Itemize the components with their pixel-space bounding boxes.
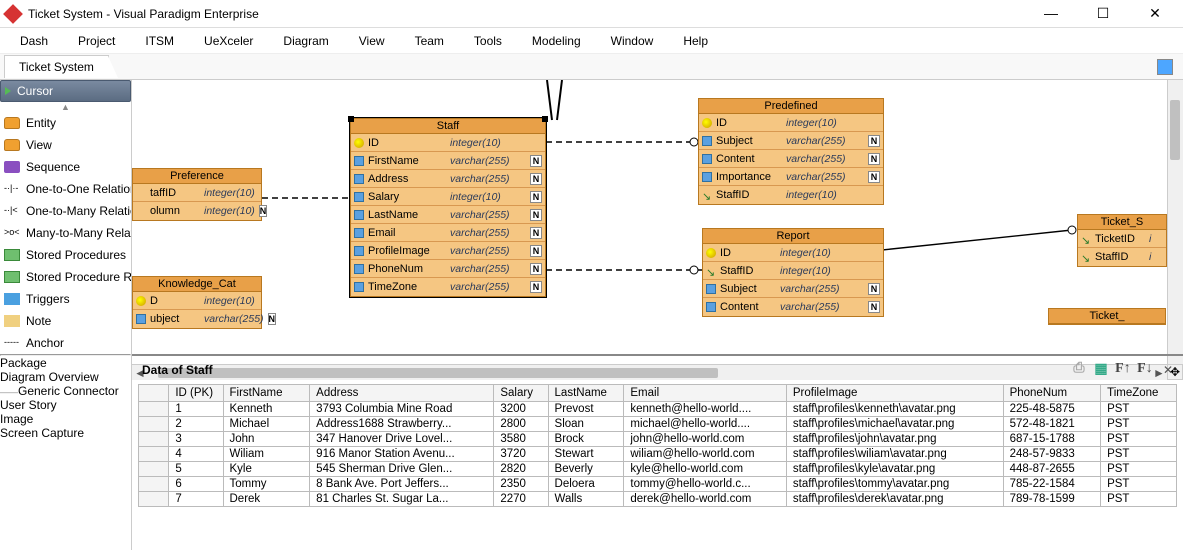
entity-staff[interactable]: Staff IDinteger(10) FirstNamevarchar(255… [350,118,546,297]
entity-header: Staff [351,119,545,134]
maximize-button[interactable]: ☐ [1089,5,1117,22]
column-header[interactable]: TimeZone [1101,385,1177,402]
column-header[interactable]: Salary [494,385,548,402]
close-icon[interactable]: ✕ [1163,363,1173,377]
titlebar: Ticket System - Visual Paradigm Enterpri… [0,0,1183,28]
font-decrease-icon[interactable]: F↓ [1135,361,1155,379]
table-row[interactable]: 7Derek81 Charles St. Sugar La...2270Wall… [139,492,1177,507]
tool-anchor[interactable]: -----Anchor [0,332,131,354]
tool-palette-lower: PackageDiagram Overview——Generic Connect… [0,354,132,550]
table-row[interactable]: 1Kenneth3793 Columbia Mine Road3200Prevo… [139,402,1177,417]
table-row[interactable]: 4Wiliam916 Manor Station Avenu...3720Ste… [139,447,1177,462]
tab-ticket-system[interactable]: Ticket System [4,55,109,78]
column-header[interactable]: ID (PK) [169,385,223,402]
tool-entity[interactable]: Entity [0,112,131,134]
print-icon[interactable]: ⎙ [1069,361,1089,379]
entity-report[interactable]: Report IDinteger(10) StaffIDinteger(10) … [702,228,884,317]
column-header[interactable]: Address [310,385,494,402]
column-header[interactable]: Email [624,385,787,402]
tool-stored-procedure-resultset[interactable]: Stored Procedure Resultset [0,266,131,288]
table-row[interactable]: 6Tommy8 Bank Ave. Port Jeffers...2350Del… [139,477,1177,492]
tool-many-to-many-relationship[interactable]: >o<Many-to-Many Relationship [0,222,131,244]
menu-dash[interactable]: Dash [20,34,48,48]
grid-icon[interactable]: ▦ [1091,361,1111,379]
column-header[interactable]: ProfileImage [786,385,1003,402]
data-table[interactable]: ID (PK)FirstNameAddressSalaryLastNameEma… [138,384,1177,507]
entity-predefined[interactable]: Predefined IDinteger(10) Subjectvarchar(… [698,98,884,205]
tool-diagram-overview[interactable]: Diagram Overview [0,370,131,384]
entity-header: Ticket_S [1078,215,1166,230]
column-header[interactable]: PhoneNum [1003,385,1101,402]
tool-image[interactable]: Image [0,412,131,426]
tool-view[interactable]: View [0,134,131,156]
entity-header: Report [703,229,883,244]
window-title: Ticket System - Visual Paradigm Enterpri… [28,7,1037,21]
tool-triggers[interactable]: Triggers [0,288,131,310]
tool-package[interactable]: Package [0,356,131,370]
data-pane: Data of Staff ⎙ ▦ F↑ F↓ ✕ ID (PK)FirstNa… [132,354,1183,550]
tool-sequence[interactable]: Sequence [0,156,131,178]
tabstrip: Ticket System [0,54,1183,80]
entity-header: Predefined [699,99,883,114]
menu-uexceler[interactable]: UeXceler [204,34,253,48]
close-button[interactable]: ✕ [1141,5,1169,22]
table-row[interactable]: 5Kyle545 Sherman Drive Glen...2820Beverl… [139,462,1177,477]
vertical-scrollbar[interactable] [1167,80,1183,364]
tool-note[interactable]: Note [0,310,131,332]
menu-window[interactable]: Window [611,34,654,48]
tool-screen-capture[interactable]: Screen Capture [0,426,131,440]
layout-icon[interactable] [1157,59,1173,75]
tool-stored-procedures[interactable]: Stored Procedures [0,244,131,266]
tool-generic-connector[interactable]: ——Generic Connector [0,384,131,398]
entity-preference[interactable]: Preference taffIDinteger(10) olumnintege… [132,168,262,221]
tool-palette: Cursor▲EntityViewSequence-·|·-One-to-One… [0,80,132,380]
entity-header: Knowledge_Cat [133,277,261,292]
menu-view[interactable]: View [359,34,385,48]
menu-modeling[interactable]: Modeling [532,34,581,48]
diagram-canvas[interactable]: Preference taffIDinteger(10) olumnintege… [132,80,1183,380]
table-row[interactable]: 3John347 Hanover Drive Lovel...3580Brock… [139,432,1177,447]
menubar: Dash Project ITSM UeXceler Diagram View … [0,28,1183,54]
menu-team[interactable]: Team [415,34,444,48]
minimize-button[interactable]: — [1037,5,1065,22]
tool-user-story[interactable]: User Story [0,398,131,412]
entity-ticket[interactable]: Ticket_ [1048,308,1166,325]
menu-diagram[interactable]: Diagram [283,34,328,48]
table-row[interactable]: 2MichaelAddress1688 Strawberry...2800Slo… [139,417,1177,432]
column-header[interactable]: LastName [548,385,624,402]
entity-header: Ticket_ [1049,309,1165,324]
menu-help[interactable]: Help [683,34,708,48]
tool-cursor[interactable]: Cursor [0,80,131,102]
datapane-title: Data of Staff [142,363,1067,377]
menu-itsm[interactable]: ITSM [145,34,174,48]
menu-tools[interactable]: Tools [474,34,502,48]
entity-ticket-s[interactable]: Ticket_S TicketIDi StaffIDi [1077,214,1167,267]
entity-header: Preference [133,169,261,184]
column-header[interactable]: FirstName [223,385,310,402]
tool-one-to-many-relationship[interactable]: -·|<One-to-Many Relationship [0,200,131,222]
tool-one-to-one-relationship[interactable]: -·|·-One-to-One Relationship [0,178,131,200]
menu-project[interactable]: Project [78,34,115,48]
app-icon [3,4,23,24]
entity-knowledge-cat[interactable]: Knowledge_Cat Dinteger(10) ubjectvarchar… [132,276,262,329]
font-increase-icon[interactable]: F↑ [1113,361,1133,379]
